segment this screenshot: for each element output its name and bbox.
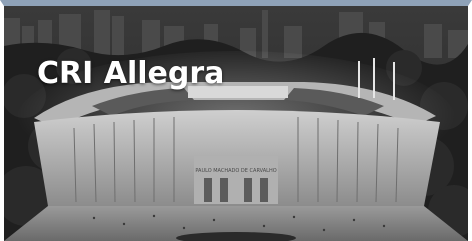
stadium-photo: PAULO MACHADO DE CARVALHO	[4, 6, 468, 241]
stadium-signage-text: PAULO MACHADO DE CARVALHO	[195, 168, 276, 174]
hero-card[interactable]: PAULO MACHADO DE CARVALHO CRI Allegra	[0, 0, 472, 241]
card-title[interactable]: CRI Allegra	[37, 56, 224, 92]
